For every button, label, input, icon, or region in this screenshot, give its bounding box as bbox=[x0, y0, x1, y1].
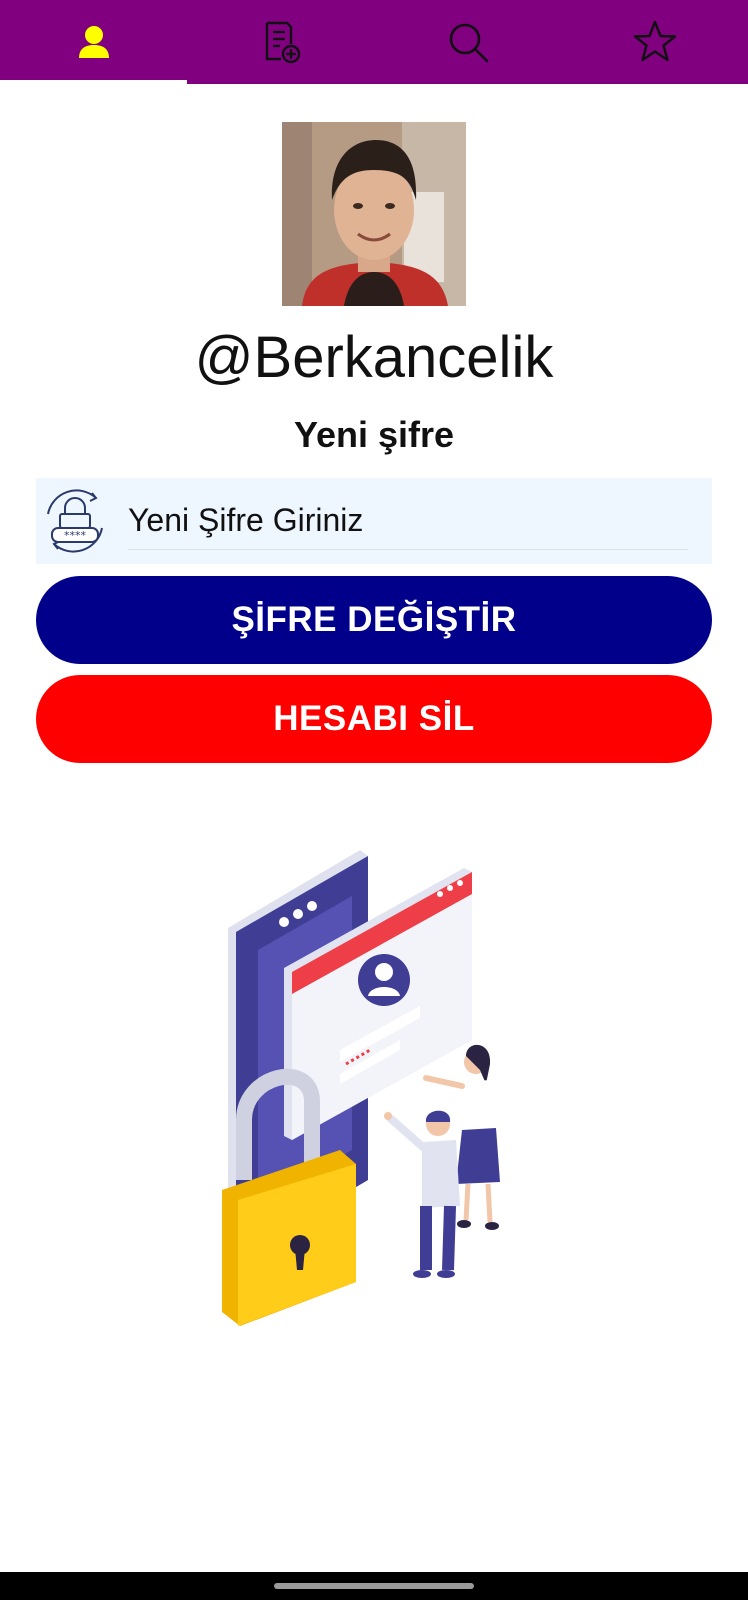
change-password-button[interactable]: ŞİFRE DEĞİŞTİR bbox=[36, 576, 712, 664]
password-lock-icon: **** bbox=[38, 484, 112, 558]
tab-add-post[interactable] bbox=[187, 0, 374, 84]
svg-text:****: **** bbox=[64, 529, 87, 542]
search-icon bbox=[449, 23, 488, 63]
new-password-input[interactable] bbox=[128, 492, 688, 550]
delete-account-button[interactable]: HESABI SİL bbox=[36, 675, 712, 763]
top-tab-bar bbox=[0, 0, 748, 84]
username: @Berkancelik bbox=[194, 325, 554, 390]
section-title: Yeni şifre bbox=[293, 414, 455, 455]
system-navigation-bar bbox=[0, 1572, 748, 1600]
home-gesture-handle[interactable] bbox=[274, 1583, 474, 1589]
active-tab-indicator bbox=[0, 80, 187, 84]
user-icon bbox=[78, 26, 109, 58]
password-input-row: **** bbox=[36, 478, 712, 564]
tab-profile[interactable] bbox=[0, 0, 187, 84]
tab-search[interactable] bbox=[374, 0, 561, 84]
document-add-icon bbox=[265, 21, 300, 64]
profile-photo bbox=[282, 122, 466, 306]
tab-favorites[interactable] bbox=[561, 0, 748, 84]
security-illustration bbox=[222, 850, 512, 1326]
star-icon bbox=[633, 20, 676, 62]
